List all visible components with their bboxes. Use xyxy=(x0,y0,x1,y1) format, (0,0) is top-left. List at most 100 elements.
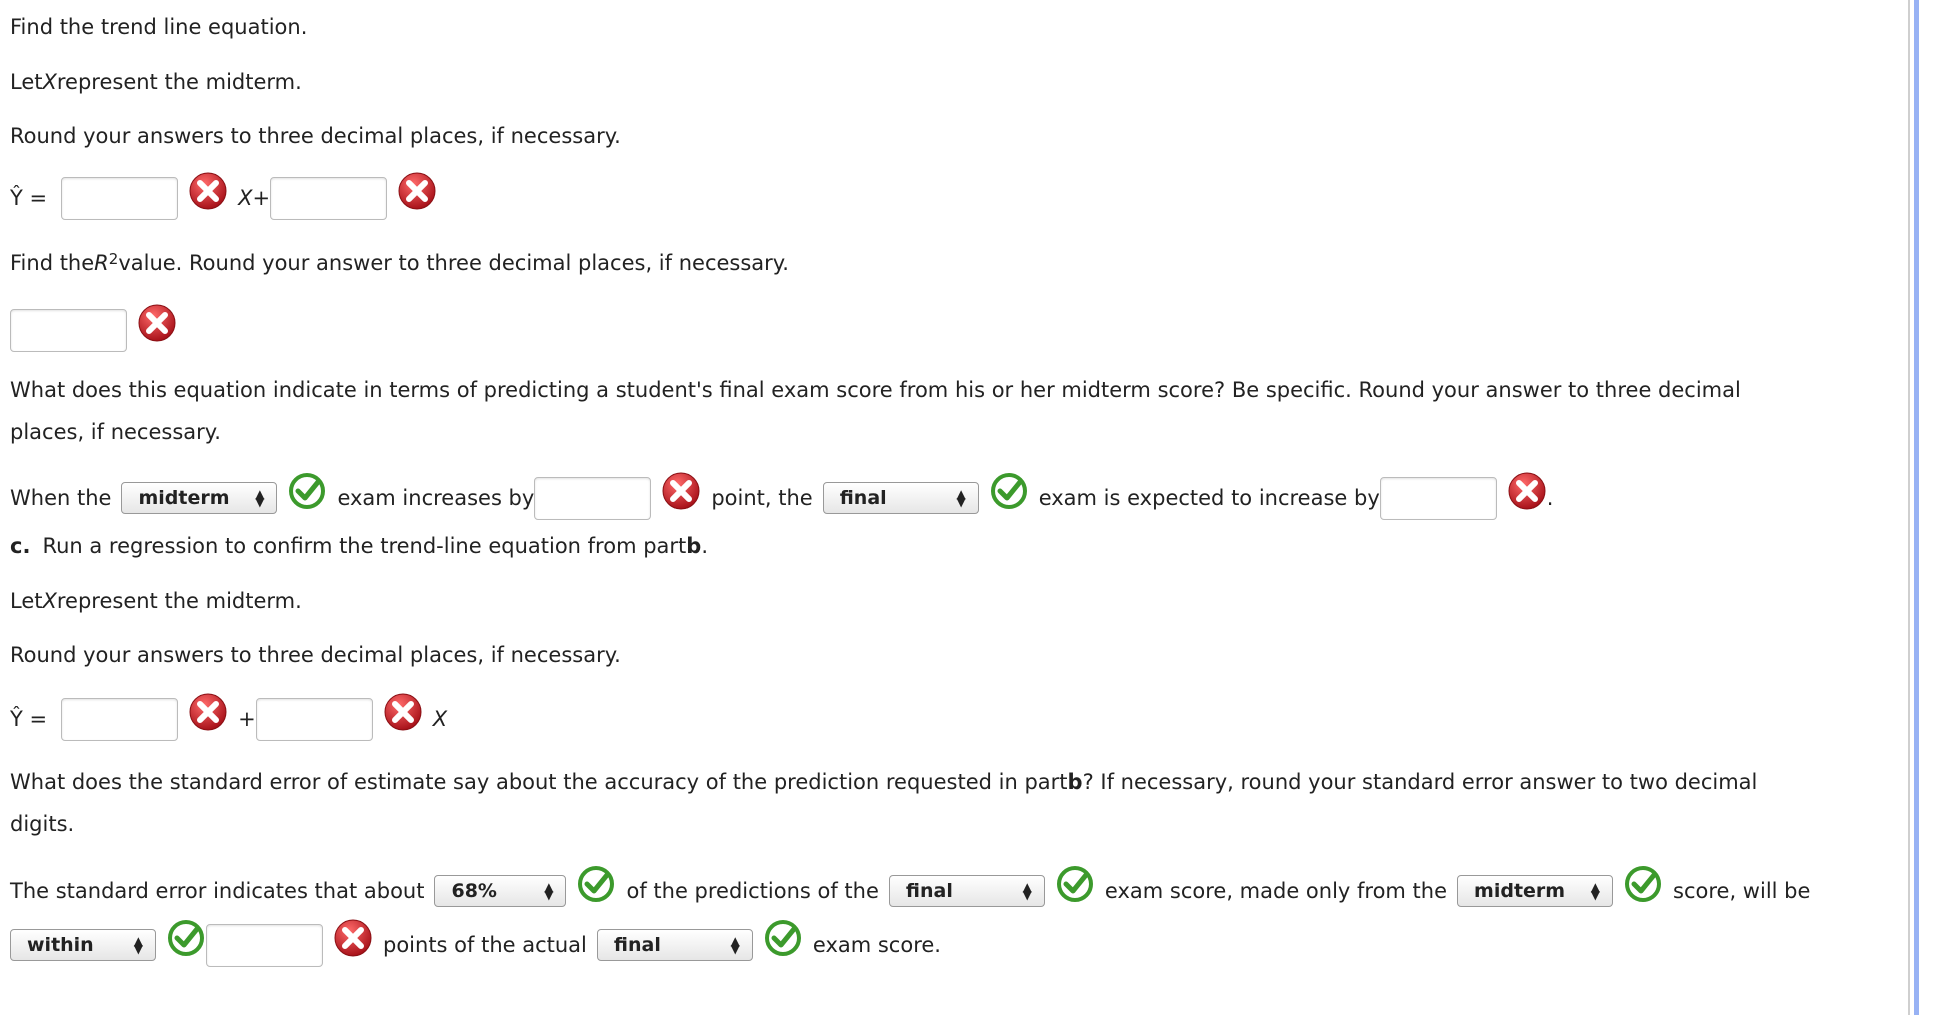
variable-x: X xyxy=(238,186,253,210)
updown-arrow-icon: ▲ ▼ xyxy=(544,880,554,902)
variable-select[interactable]: midterm ▲ ▼ xyxy=(121,482,278,514)
text: digits. xyxy=(10,812,75,836)
check-circle-icon xyxy=(287,471,327,511)
prediction-select[interactable]: final ▲ ▼ xyxy=(888,875,1045,907)
percent-select[interactable]: 68% ▲ ▼ xyxy=(434,875,567,907)
plus-sign: + xyxy=(238,707,256,731)
part-ref: b xyxy=(1067,770,1083,794)
r-squared-input[interactable] xyxy=(10,308,127,352)
text: Round your answers to three decimal plac… xyxy=(10,643,621,667)
r-variable: R xyxy=(94,251,109,275)
x-circle-icon xyxy=(137,303,177,343)
text: ? If necessary, round your standard erro… xyxy=(1082,770,1758,794)
text: What does the standard error of estimate… xyxy=(10,770,1068,794)
x-circle-icon xyxy=(333,918,373,958)
x-circle-icon xyxy=(661,471,701,511)
selected-value: midterm xyxy=(138,487,230,509)
variable-definition: Let X represent the midterm. xyxy=(10,59,302,105)
increase-input[interactable] xyxy=(534,476,652,520)
text: point, the xyxy=(711,486,813,510)
interpretation-row: When the midterm ▲ ▼ exam increases by poi… xyxy=(10,475,1553,521)
text: value. Round your answer to three decima… xyxy=(118,251,789,275)
text: When the xyxy=(10,486,112,510)
standard-error-row: The standard error indicates that about … xyxy=(10,868,1810,914)
text: exam score. xyxy=(812,933,941,957)
r-squared-instruction: Find the R2 value. Round your answer to … xyxy=(10,240,789,286)
check-circle-icon xyxy=(1055,864,1095,904)
check-circle-icon xyxy=(763,918,803,958)
slope-input-c[interactable] xyxy=(255,697,373,741)
rounding-note-c: Round your answers to three decimal plac… xyxy=(10,632,621,678)
slope-input[interactable] xyxy=(61,176,179,220)
instruction: Find the trend line equation. xyxy=(10,4,307,50)
within-select[interactable]: within ▲ ▼ xyxy=(10,929,156,961)
text: Let xyxy=(10,70,43,94)
scrollbar[interactable] xyxy=(1914,0,1919,1015)
trend-equation-row: Ŷ = X + xyxy=(10,175,437,221)
text: Find the xyxy=(10,251,95,275)
updown-arrow-icon: ▲ ▼ xyxy=(956,487,966,509)
interpretation-question: What does this equation indicate in term… xyxy=(10,367,1741,413)
standard-error-question: What does the standard error of estimate… xyxy=(10,759,1757,805)
text: points of the actual xyxy=(383,933,587,957)
predictor-select[interactable]: midterm ▲ ▼ xyxy=(1457,875,1614,907)
y-hat-label: Ŷ = xyxy=(10,707,48,731)
r-squared-row xyxy=(10,307,177,353)
x-circle-icon xyxy=(188,692,228,732)
text: score, will be xyxy=(1673,879,1811,903)
plus-sign: + xyxy=(252,186,271,210)
check-circle-icon xyxy=(989,471,1029,511)
text: Let xyxy=(10,589,43,613)
outcome-select[interactable]: final ▲ ▼ xyxy=(822,482,979,514)
x-circle-icon xyxy=(188,171,228,211)
updown-arrow-icon: ▲ ▼ xyxy=(255,487,265,509)
x-circle-icon xyxy=(397,171,437,211)
selected-value: midterm xyxy=(1474,880,1566,902)
rounding-note: Round your answers to three decimal plac… xyxy=(10,113,621,159)
part-c-heading: c. Run a regression to confirm the trend-… xyxy=(10,523,708,569)
content-border xyxy=(1908,0,1910,1015)
selected-value: final xyxy=(613,934,661,956)
part-label: c. xyxy=(10,534,31,558)
text: represent the midterm. xyxy=(56,70,302,94)
variable-definition-c: Let X represent the midterm. xyxy=(10,578,302,624)
text: represent the midterm. xyxy=(56,589,302,613)
selected-value: final xyxy=(839,487,887,509)
text: exam is expected to increase by xyxy=(1038,486,1380,510)
y-hat-label: Ŷ = xyxy=(10,186,48,210)
period: . xyxy=(1546,486,1554,510)
text: The standard error indicates that about xyxy=(10,879,425,903)
selected-value: final xyxy=(905,880,953,902)
selected-value: 68% xyxy=(451,880,497,902)
actual-select[interactable]: final ▲ ▼ xyxy=(596,929,753,961)
standard-error-input[interactable] xyxy=(206,923,323,967)
text: Run a regression to confirm the trend-li… xyxy=(42,534,687,558)
text: Round your answers to three decimal plac… xyxy=(10,124,621,148)
variable-x: X xyxy=(432,707,448,731)
expected-increase-input[interactable] xyxy=(1379,476,1497,520)
updown-arrow-icon: ▲ ▼ xyxy=(1022,880,1032,902)
text: of the predictions of the xyxy=(626,879,879,903)
check-circle-icon xyxy=(576,864,616,904)
text: places, if necessary. xyxy=(10,420,221,444)
text: exam score, made only from the xyxy=(1104,879,1448,903)
regression-equation-row: Ŷ = + X xyxy=(10,696,447,742)
question-page: Find the trend line equation. Let X repr… xyxy=(0,0,1906,1015)
text: . xyxy=(701,534,709,558)
instruction-text: Find the trend line equation. xyxy=(10,15,308,39)
text: exam increases by xyxy=(337,486,535,510)
interpretation-question-cont: places, if necessary. xyxy=(10,409,221,455)
text: What does this equation indicate in term… xyxy=(10,378,1741,402)
intercept-input[interactable] xyxy=(270,176,388,220)
updown-arrow-icon: ▲ ▼ xyxy=(730,934,740,956)
standard-error-question-cont: digits. xyxy=(10,801,74,847)
variable-x: X xyxy=(42,70,57,94)
check-circle-icon xyxy=(1623,864,1663,904)
intercept-input-c[interactable] xyxy=(61,697,179,741)
standard-error-row-cont: within ▲ ▼ points of the actual final ▲ ▼ ex… xyxy=(10,922,941,968)
superscript: 2 xyxy=(108,250,119,268)
updown-arrow-icon: ▲ ▼ xyxy=(1590,880,1601,902)
check-circle-icon xyxy=(166,918,206,958)
part-ref: b xyxy=(686,534,702,558)
variable-x: X xyxy=(42,589,57,613)
